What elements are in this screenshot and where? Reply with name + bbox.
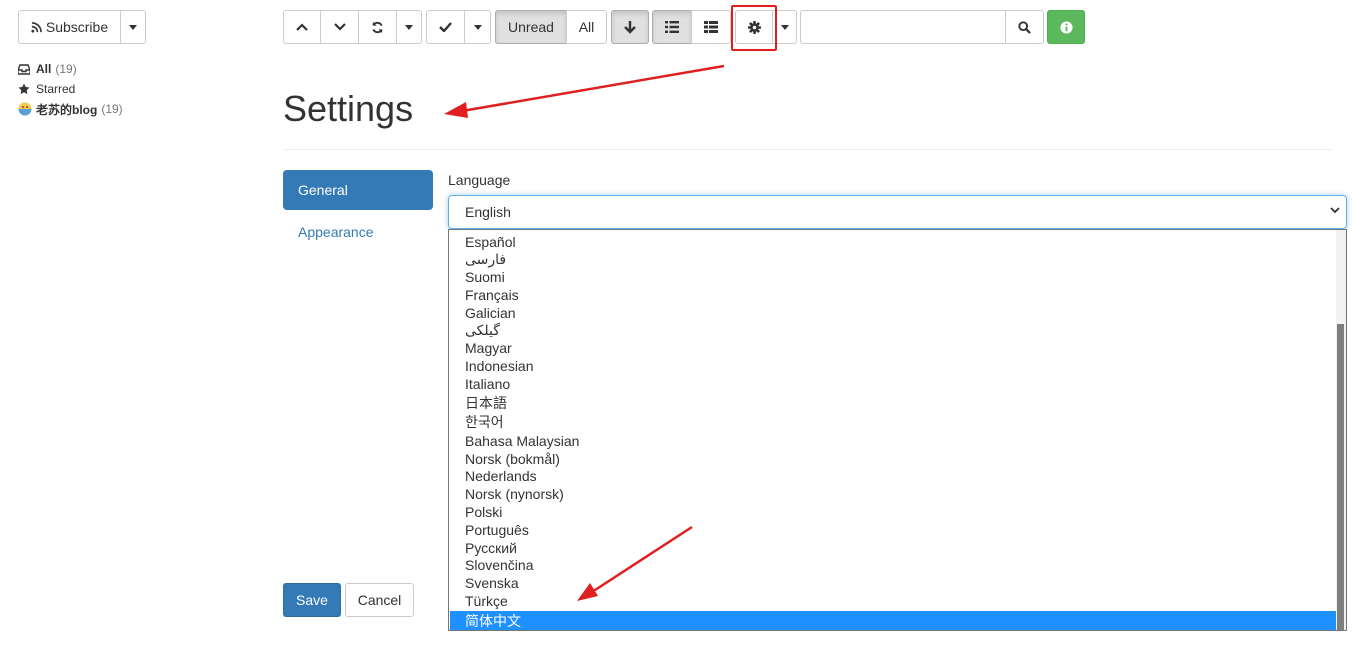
tab-general[interactable]: General	[283, 170, 433, 210]
language-option[interactable]: Italiano	[465, 375, 510, 393]
page-title: Settings	[283, 88, 414, 129]
language-option[interactable]: Bahasa Malaysian	[465, 432, 579, 450]
filter-all-label: All	[578, 19, 595, 35]
annotation-highlight-box	[731, 5, 777, 51]
feed-avatar-icon	[18, 102, 32, 116]
language-option[interactable]: Galician	[465, 304, 516, 322]
language-option[interactable]: گیلکی	[465, 321, 500, 339]
language-option[interactable]: 한국어	[465, 413, 504, 431]
info-icon	[1059, 20, 1073, 34]
subscribe-dropdown-button[interactable]	[120, 10, 146, 44]
language-option[interactable]: Suomi	[465, 268, 505, 286]
cancel-button[interactable]: Cancel	[345, 583, 414, 617]
language-option[interactable]: 日本語	[465, 394, 507, 412]
unread-count: (19)	[55, 62, 77, 76]
language-option[interactable]: Türkçe	[465, 592, 508, 610]
annotation-arrow-icon	[444, 64, 725, 118]
divider	[283, 149, 1333, 150]
th-list-icon	[704, 21, 718, 33]
language-option-selected[interactable]: 简体中文	[450, 611, 1336, 630]
refresh-icon	[372, 21, 383, 33]
caret-down-icon	[780, 24, 789, 30]
language-option[interactable]: Norsk (nynorsk)	[465, 485, 564, 503]
scrollbar-thumb[interactable]	[1337, 324, 1344, 630]
language-option[interactable]: Magyar	[465, 339, 512, 357]
language-option[interactable]: Slovenčina	[465, 556, 534, 574]
search-input[interactable]	[800, 10, 1006, 44]
filter-unread-label: Unread	[508, 19, 554, 35]
sidebar-item-label: All	[36, 62, 52, 76]
info-button[interactable]	[1047, 10, 1085, 44]
inbox-icon	[18, 63, 32, 75]
check-icon	[439, 22, 452, 32]
caret-down-icon	[405, 24, 413, 30]
caret-down-icon	[473, 24, 482, 30]
chevron-down-icon	[333, 23, 346, 31]
subscribe-label: Subscribe	[45, 19, 109, 35]
chevron-up-icon	[296, 23, 308, 31]
rss-icon	[31, 21, 42, 33]
chevron-down-icon	[1330, 207, 1340, 214]
refresh-button[interactable]	[358, 10, 397, 44]
next-item-button[interactable]	[320, 10, 359, 44]
language-option[interactable]: Español	[465, 233, 516, 251]
caret-down-icon	[129, 24, 137, 30]
search-icon	[1018, 20, 1031, 34]
arrow-down-icon	[624, 21, 636, 34]
language-option[interactable]: Indonesian	[465, 357, 534, 375]
language-label: Language	[448, 172, 511, 188]
language-option[interactable]: Norsk (bokmål)	[465, 450, 560, 468]
sort-order-button[interactable]	[611, 10, 649, 44]
save-button[interactable]: Save	[283, 583, 341, 617]
star-icon	[18, 83, 32, 95]
language-option[interactable]: فارسی	[465, 250, 506, 268]
language-select[interactable]: English	[448, 195, 1347, 229]
previous-item-button[interactable]	[283, 10, 321, 44]
sidebar-item-label: 老苏的blog	[36, 102, 98, 117]
sidebar-item-feed[interactable]: 老苏的blog (19)	[18, 101, 123, 117]
list-icon	[665, 21, 679, 33]
mark-read-dropdown-button[interactable]	[464, 10, 491, 44]
language-option[interactable]: Nederlands	[465, 467, 537, 485]
sidebar-item-starred[interactable]: Starred	[18, 81, 75, 97]
tab-appearance[interactable]: Appearance	[298, 224, 374, 240]
filter-unread-button[interactable]: Unread	[495, 10, 567, 44]
language-select-value: English	[465, 204, 511, 220]
view-expanded-button[interactable]	[691, 10, 731, 44]
refresh-dropdown-button[interactable]	[396, 10, 422, 44]
language-option[interactable]: Русский	[465, 539, 517, 557]
language-options-list[interactable]: Español فارسی Suomi Français Galician گی…	[448, 229, 1347, 631]
filter-all-button[interactable]: All	[566, 10, 607, 44]
mark-read-button[interactable]	[426, 10, 465, 44]
sidebar-item-all[interactable]: All (19)	[18, 61, 77, 77]
search-button[interactable]	[1005, 10, 1044, 44]
language-option[interactable]: Polski	[465, 503, 502, 521]
view-list-button[interactable]	[652, 10, 692, 44]
subscribe-button[interactable]: Subscribe	[18, 10, 121, 44]
language-option[interactable]: Français	[465, 286, 519, 304]
unread-count: (19)	[101, 102, 123, 116]
language-option[interactable]: Português	[465, 521, 529, 539]
language-option[interactable]: Svenska	[465, 574, 519, 592]
sidebar-item-label: Starred	[36, 82, 76, 96]
